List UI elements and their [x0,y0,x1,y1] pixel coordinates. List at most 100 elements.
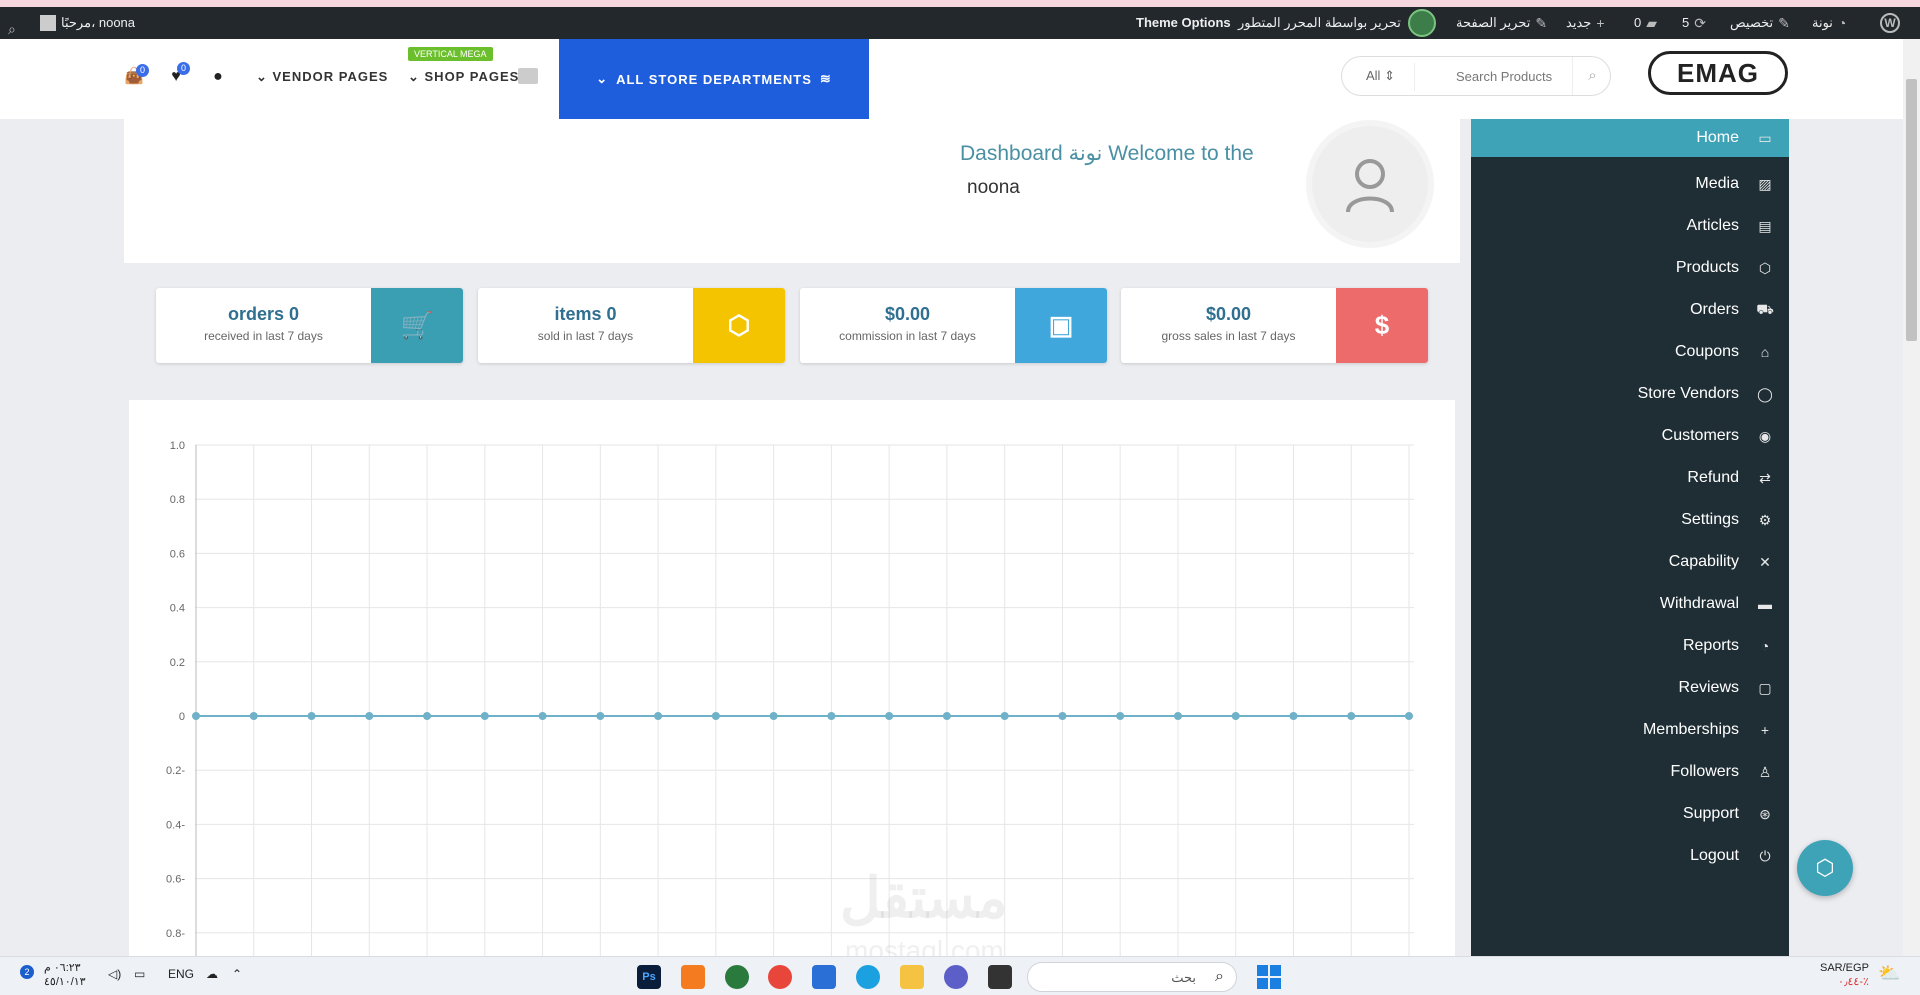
vendor-pages-menu[interactable]: ⌄ VENDOR PAGES [256,69,388,85]
sidebar-item-reports[interactable]: Reports ◔ [1471,627,1789,665]
sidebar-item-home[interactable]: Home ▭ [1471,119,1789,157]
sidebar-item-followers[interactable]: Followers ♙ [1471,753,1789,791]
wordpress-logo[interactable]: W [1880,7,1900,39]
chart-data-point[interactable] [192,712,200,720]
chart-data-point[interactable] [1058,712,1067,720]
language-indicator[interactable]: ENG [168,967,194,981]
chrome-icon[interactable] [768,965,792,989]
retweet-icon: ⇄ [1759,469,1771,486]
chart-data-point[interactable] [827,712,836,720]
sidebar-item-label: Home [1696,129,1739,146]
chart-data-point[interactable] [1173,712,1182,720]
chart-data-point[interactable] [711,712,720,720]
terminal-icon[interactable] [988,965,1012,989]
admin-comments-link[interactable]: 0 ▰ [1634,7,1657,39]
sidebar-item-logout[interactable]: Logout ⏻ [1471,837,1789,875]
xampp-icon[interactable] [681,965,705,989]
sidebar-item-products[interactable]: Products ⬡ [1471,249,1789,287]
chart-data-point[interactable] [423,712,432,720]
chart-data-point[interactable] [1231,712,1240,720]
edge-icon[interactable] [856,965,880,989]
search-input[interactable]: Search Products [1456,69,1552,84]
chart-data-point[interactable] [307,712,316,720]
vendor-pages-label: VENDOR PAGES [272,69,389,84]
notification-icon[interactable]: 2 [20,965,34,979]
sidebar-item-memberships[interactable]: Memberships + [1471,711,1789,749]
chart-data-point[interactable] [1116,712,1125,720]
chart-data-point[interactable] [1347,712,1356,720]
sidebar-item-capability[interactable]: Capability ✕ [1471,543,1789,581]
shop-pages-menu[interactable]: ⌄ SHOP PAGES [408,69,519,85]
sidebar-item-store-vendors[interactable]: Store Vendors ◯ [1471,375,1789,413]
volume-icon[interactable]: ◁) [108,967,121,981]
admin-new-link[interactable]: جديد + [1566,7,1605,39]
page-scrollbar[interactable] [1903,39,1920,956]
admin-plugin-avatar[interactable] [1408,7,1436,39]
app-green-icon[interactable] [725,965,749,989]
profile-avatar[interactable] [1306,120,1434,248]
chart-data-point[interactable] [249,712,258,720]
windows-start-icon[interactable] [1257,965,1281,989]
all-store-departments-button[interactable]: ⌄ ALL STORE DEPARTMENTS ≋ [559,39,869,119]
teams-icon[interactable] [944,965,968,989]
site-logo[interactable]: EMAG [1648,51,1788,95]
stat-card-orders[interactable]: orders 0 received in last 7 days 🛒 [156,288,463,363]
stat-card-items[interactable]: items 0 sold in last 7 days ⬡ [478,288,785,363]
sidebar-item-label: Capability [1668,553,1739,570]
admin-edit-with-link[interactable]: تحرير بواسطة المحرر المتطور [1238,7,1401,39]
sidebar-item-orders[interactable]: Orders ⛟ [1471,291,1789,329]
sidebar-item-media[interactable]: Media ▨ [1471,165,1789,203]
wordpress-icon: W [1880,13,1900,33]
chart-data-point[interactable] [1289,712,1298,720]
stat-card-commission[interactable]: $0.00 commission in last 7 days ▣ [800,288,1107,363]
scrollbar-thumb[interactable] [1906,79,1917,341]
clock[interactable]: ٠٦:٢٣ م ٤٥/١٠/١٣ [44,961,86,989]
sidebar-item-withdrawal[interactable]: Withdrawal ▬ [1471,585,1789,623]
search-category-select[interactable]: All ⇕ [1366,68,1395,84]
sidebar-item-articles[interactable]: Articles ▤ [1471,207,1789,245]
chart-data-point[interactable] [538,712,547,720]
stat-subtitle: gross sales in last 7 days [1161,329,1296,343]
chart-data-point[interactable] [885,712,894,720]
admin-site-link[interactable]: نونة ◔ [1812,7,1846,39]
chart-y-tick-label: 0.2 [170,657,185,669]
chevron-up-icon[interactable]: ⌃ [232,967,242,981]
chart-data-point[interactable] [365,712,374,720]
chart-data-point[interactable] [596,712,605,720]
admin-customize-link[interactable]: تخصيص ✎ [1730,7,1790,39]
sidebar-item-support[interactable]: Support ⊛ [1471,795,1789,833]
photoshop-icon[interactable]: Ps [637,965,661,989]
chart-data-point[interactable] [1000,712,1009,720]
admin-account-link[interactable]: مرحبًا، noona [40,7,135,39]
sidebar-item-customers[interactable]: Customers ◉ [1471,417,1789,455]
chart-data-point[interactable] [480,712,489,720]
chart-data-point[interactable] [654,712,663,720]
admin-updates-link[interactable]: 5 ⟳ [1682,7,1706,39]
search-button[interactable]: ⌕ [1572,57,1612,95]
sidebar-item-reviews[interactable]: Reviews ▢ [1471,669,1789,707]
currency-widget[interactable]: SAR/EGP ٠٫٤٤-٪ [1820,961,1869,989]
credit-card-icon: ▬ [1758,596,1772,612]
stat-subtitle: received in last 7 days [204,329,323,343]
sidebar-item-refund[interactable]: Refund ⇄ [1471,459,1789,497]
weather-icon[interactable]: ⛅ [1878,963,1900,984]
admin-edit-page-link[interactable]: تحرير الصفحة ✎ [1456,7,1547,39]
file-explorer-icon[interactable] [900,965,924,989]
admin-theme-options-link[interactable]: Theme Options [1136,7,1231,39]
sidebar-item-label: Memberships [1642,721,1739,738]
sidebar-item-coupons[interactable]: Coupons ⌂ [1471,333,1789,371]
account-icon[interactable]: ● [208,67,228,87]
stat-card-gross-sales[interactable]: $0.00 gross sales in last 7 days $ [1121,288,1428,363]
network-icon[interactable]: ▭ [134,967,145,981]
chart-data-point[interactable] [769,712,778,720]
chart-data-point[interactable] [942,712,951,720]
stat-value: orders 0 [227,304,300,324]
sidebar-item-settings[interactable]: Settings ⚙ [1471,501,1789,539]
taskbar-search[interactable]: بحث ⌕ [1027,962,1237,992]
chart-data-point[interactable] [1405,712,1413,720]
stat-value: $0.00 [1205,304,1252,324]
onedrive-icon[interactable]: ☁ [206,967,218,981]
floating-cube-button[interactable]: ⬡ [1797,840,1853,896]
store-app-icon[interactable] [812,965,836,989]
sidebar-item-label: Articles [1686,217,1739,234]
